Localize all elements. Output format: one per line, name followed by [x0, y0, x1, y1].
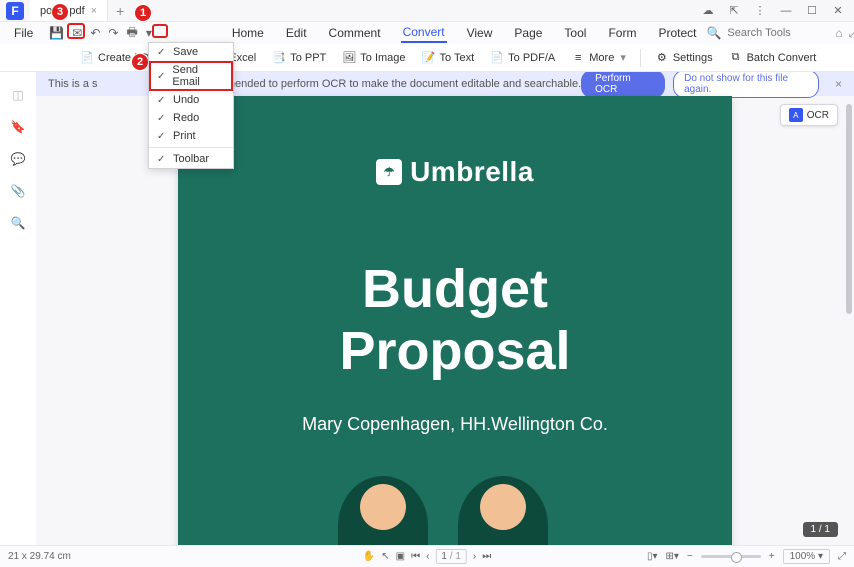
undo-icon[interactable]: ↶	[90, 25, 100, 41]
thumbnails-icon[interactable]: ◫	[9, 86, 27, 104]
dd-item-print[interactable]: ✓Print	[149, 127, 233, 145]
dd-item-toolbar[interactable]: ✓Toolbar	[149, 150, 233, 168]
to-ppt-button[interactable]: 📑To PPT	[266, 48, 332, 68]
document-tab[interactable]: posal.pdf ×	[30, 0, 108, 21]
batch-convert-button[interactable]: ⧉Batch Convert	[723, 48, 823, 68]
next-page-icon[interactable]: ›	[473, 551, 476, 562]
view-single-icon[interactable]: ▯▾	[647, 551, 658, 562]
select-tool-icon[interactable]: ↖	[381, 551, 389, 562]
page-indicator: 1 / 1	[803, 522, 838, 537]
home-icon[interactable]: ⌂	[835, 26, 842, 41]
tab-page[interactable]: Page	[512, 24, 544, 42]
window-close-button[interactable]: ✕	[828, 3, 848, 19]
menu-tabs-row: Home Edit Comment Convert View Page Tool…	[230, 23, 699, 43]
page-number-input[interactable]: 1 / 1	[435, 549, 466, 564]
page-illustration	[178, 466, 732, 545]
tab-form[interactable]: Form	[606, 24, 638, 42]
page-canvas[interactable]: ☂ Umbrella Budget Proposal Mary Copenhag…	[178, 96, 732, 545]
title-bar: F posal.pdf × + ☁ ⇱ ⋮ — ☐ ✕	[0, 0, 854, 22]
to-text-button[interactable]: 📝To Text	[416, 48, 481, 68]
tab-view[interactable]: View	[465, 24, 495, 42]
expand-icon[interactable]: ⤢	[849, 26, 854, 41]
dd-item-redo[interactable]: ✓Redo	[149, 109, 233, 127]
dd-item-undo[interactable]: ✓Undo	[149, 91, 233, 109]
dd-item-save[interactable]: ✓Save	[149, 43, 233, 61]
window-maximize-button[interactable]: ☐	[802, 3, 822, 19]
hand-tool-icon[interactable]: ✋	[363, 551, 375, 562]
first-page-icon[interactable]: ⏮	[411, 551, 420, 562]
tab-comment[interactable]: Comment	[327, 24, 383, 42]
cloud-sync-icon[interactable]: ☁	[698, 3, 718, 19]
save-icon[interactable]: 💾	[49, 25, 64, 41]
comments-icon[interactable]: 💬	[9, 150, 27, 168]
brand-name: Umbrella	[410, 156, 534, 188]
page-dimensions: 21 x 29.74 cm	[8, 551, 71, 562]
annotation-badge-3: 3	[51, 3, 69, 21]
doc-title-line2: Proposal	[178, 320, 732, 382]
qat-dropdown-trigger[interactable]: ▾	[146, 25, 152, 41]
more-button[interactable]: ≡More▾	[565, 48, 632, 68]
to-image-button[interactable]: 🖼To Image	[336, 48, 411, 68]
tab-convert[interactable]: Convert	[401, 23, 447, 43]
email-icon[interactable]: ✉	[72, 25, 82, 41]
redo-icon[interactable]: ↷	[108, 25, 118, 41]
share-icon[interactable]: ⇱	[724, 3, 744, 19]
tab-tool[interactable]: Tool	[562, 24, 588, 42]
dd-item-send-email[interactable]: ✓Send Email	[149, 61, 233, 91]
kebab-menu-icon[interactable]: ⋮	[750, 3, 770, 19]
bookmarks-icon[interactable]: 🔖	[9, 118, 27, 136]
last-page-icon[interactable]: ⏭	[482, 551, 491, 562]
view-fit-icon[interactable]: ⊞▾	[666, 551, 679, 562]
quick-access-toolbar: File 💾 ✉ ↶ ↷ 🖶 ▾ Home Edit Comment Conve…	[0, 22, 854, 44]
read-mode-icon[interactable]: ▣	[396, 551, 405, 562]
annotation-badge-2: 2	[131, 53, 149, 71]
new-tab-button[interactable]: +	[116, 3, 124, 19]
zoom-out-icon[interactable]: −	[687, 551, 693, 562]
dismiss-ocr-button[interactable]: Do not show for this file again.	[673, 72, 819, 98]
brand-logo-icon: ☂	[376, 159, 402, 185]
doc-subtitle: Mary Copenhagen, HH.Wellington Co.	[178, 414, 732, 435]
window-minimize-button[interactable]: —	[776, 3, 796, 19]
ribbon-toolbar: 📄Create PDF▾ 📊To Excel 📑To PPT 🖼To Image…	[0, 44, 854, 72]
tab-edit[interactable]: Edit	[284, 24, 309, 42]
search-input[interactable]	[727, 27, 817, 39]
zoom-in-icon[interactable]: +	[769, 551, 775, 562]
search-icon: 🔍	[706, 26, 721, 40]
zoom-value[interactable]: 100% ▾	[783, 549, 830, 564]
tab-home[interactable]: Home	[230, 24, 266, 42]
settings-button[interactable]: ⚙Settings	[649, 48, 719, 68]
vertical-scrollbar[interactable]	[844, 96, 854, 545]
attachments-icon[interactable]: 📎	[9, 182, 27, 200]
print-icon[interactable]: 🖶	[126, 25, 137, 41]
prev-page-icon[interactable]: ‹	[426, 551, 429, 562]
file-menu[interactable]: File	[6, 24, 41, 42]
perform-ocr-button[interactable]: Perform OCR	[581, 72, 665, 98]
tab-protect[interactable]: Protect	[656, 24, 698, 42]
zoom-slider[interactable]	[701, 555, 761, 558]
app-logo: F	[6, 2, 24, 20]
info-bar-text: This is a s mmended to perform OCR to ma…	[48, 78, 581, 90]
fullscreen-icon[interactable]: ⤢	[838, 551, 846, 562]
search-panel-icon[interactable]: 🔍	[9, 214, 27, 232]
annotation-badge-1: 1	[134, 4, 152, 22]
status-bar: 21 x 29.74 cm ✋ ↖ ▣ ⏮ ‹ 1 / 1 › ⏭ ▯▾ ⊞▾ …	[0, 545, 854, 567]
left-sidebar: ◫ 🔖 💬 📎 🔍	[0, 72, 36, 545]
qat-customize-menu: ✓Save ✓Send Email ✓Undo ✓Redo ✓Print ✓To…	[148, 42, 234, 169]
info-bar-close-icon[interactable]: ×	[835, 77, 842, 91]
tab-close-icon[interactable]: ×	[91, 5, 97, 17]
ocr-chip[interactable]: AOCR	[780, 104, 838, 126]
doc-title-line1: Budget	[178, 258, 732, 320]
to-pdfa-button[interactable]: 📄To PDF/A	[484, 48, 561, 68]
